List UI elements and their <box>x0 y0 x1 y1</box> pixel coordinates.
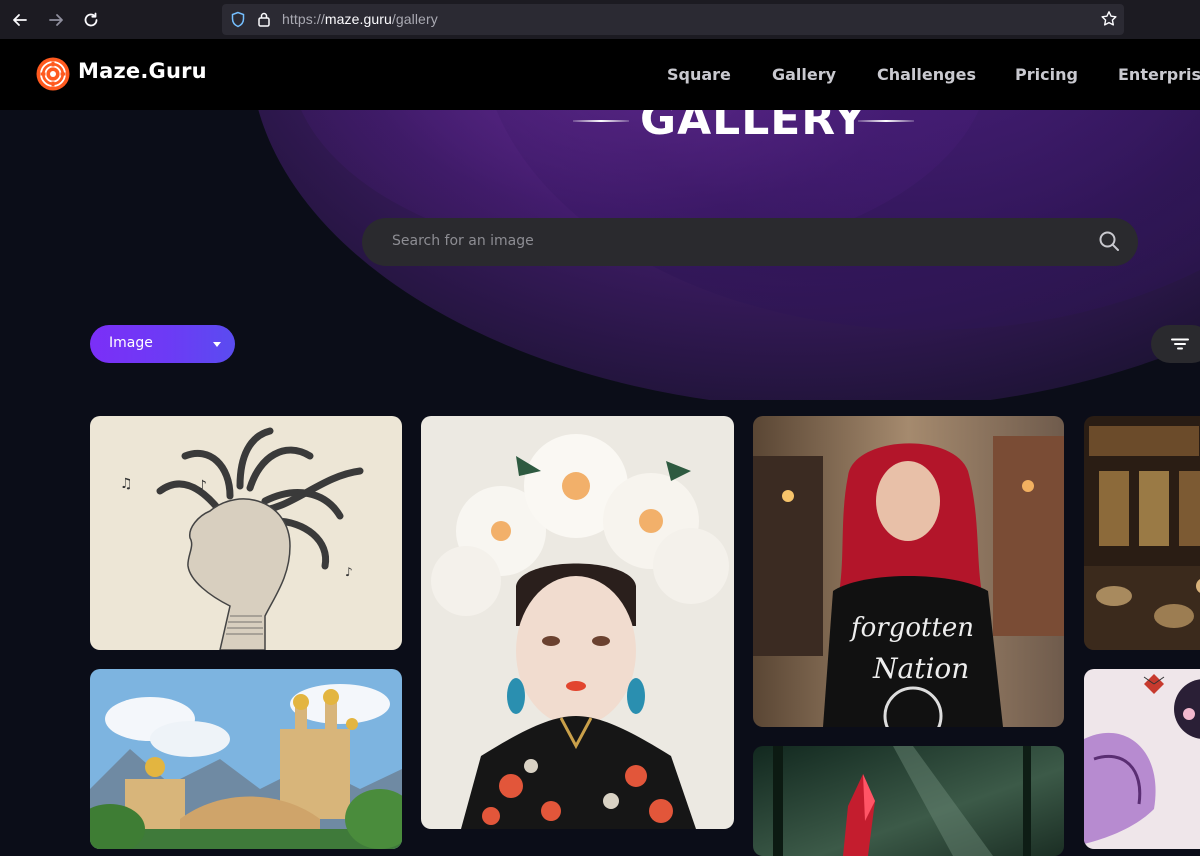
back-button[interactable] <box>8 8 32 32</box>
svg-text:♫: ♫ <box>120 476 133 492</box>
url-scheme: https:// <box>282 11 325 27</box>
browser-toolbar: https://maze.guru/gallery <box>0 0 1200 39</box>
type-dropdown-value: Image <box>109 335 153 351</box>
reload-icon <box>84 12 98 27</box>
svg-text:♪: ♪ <box>198 478 207 494</box>
shield-icon[interactable] <box>230 11 246 28</box>
nav-challenges[interactable]: Challenges <box>877 65 976 84</box>
url-text[interactable]: https://maze.guru/gallery <box>282 11 438 27</box>
forward-button[interactable] <box>44 8 68 32</box>
gallery-image[interactable]: ♪ ♫ ♪ <box>90 416 402 650</box>
nav-gallery[interactable]: Gallery <box>772 65 836 84</box>
gallery-image[interactable] <box>1084 416 1200 650</box>
lock-icon[interactable] <box>257 11 271 27</box>
gallery-image[interactable] <box>90 669 402 849</box>
nav-enterprise[interactable]: Enterprise <box>1118 65 1200 84</box>
gallery-image[interactable]: forgotten Nation <box>753 416 1064 727</box>
reload-button[interactable] <box>79 8 103 32</box>
title-line-left <box>573 120 629 122</box>
gallery-image[interactable] <box>1084 669 1200 849</box>
nav-square[interactable]: Square <box>667 65 731 84</box>
url-host: maze.guru <box>324 11 392 27</box>
title-line-right <box>858 120 914 122</box>
gallery-card[interactable] <box>1084 416 1200 650</box>
search-input[interactable]: Search for an image <box>392 233 534 249</box>
gallery-card[interactable]: forgotten Nation <box>753 416 1064 727</box>
caret-down-icon <box>213 342 221 347</box>
page-title: GALLERY <box>640 110 867 145</box>
gallery-card[interactable] <box>753 746 1064 856</box>
brand-name[interactable]: Maze.Guru <box>78 59 207 83</box>
logo-icon[interactable] <box>36 57 70 91</box>
url-path: /gallery <box>391 11 438 27</box>
sort-button[interactable] <box>1151 325 1200 363</box>
gallery-card[interactable] <box>1084 669 1200 849</box>
sort-icon <box>1171 338 1189 350</box>
address-bar[interactable]: https://maze.guru/gallery <box>222 4 1124 35</box>
gallery-image[interactable] <box>753 746 1064 856</box>
nav-pricing[interactable]: Pricing <box>1015 65 1078 84</box>
svg-text:forgotten: forgotten <box>849 613 974 643</box>
gallery-card[interactable]: ♪ ♫ ♪ <box>90 416 402 650</box>
svg-text:♪: ♪ <box>345 565 353 579</box>
search-icon[interactable] <box>1098 230 1120 252</box>
site-header: Maze.Guru Square Gallery Challenges Pric… <box>0 39 1200 110</box>
svg-text:Nation: Nation <box>872 652 969 685</box>
gallery-card[interactable] <box>90 669 402 849</box>
search-bar[interactable]: Search for an image <box>362 218 1138 266</box>
star-icon[interactable] <box>1100 10 1118 28</box>
forward-icon <box>49 14 63 26</box>
gallery-image[interactable] <box>421 416 734 829</box>
back-icon <box>13 14 27 26</box>
type-dropdown[interactable]: Image <box>90 325 235 363</box>
gallery-card[interactable] <box>421 416 734 829</box>
